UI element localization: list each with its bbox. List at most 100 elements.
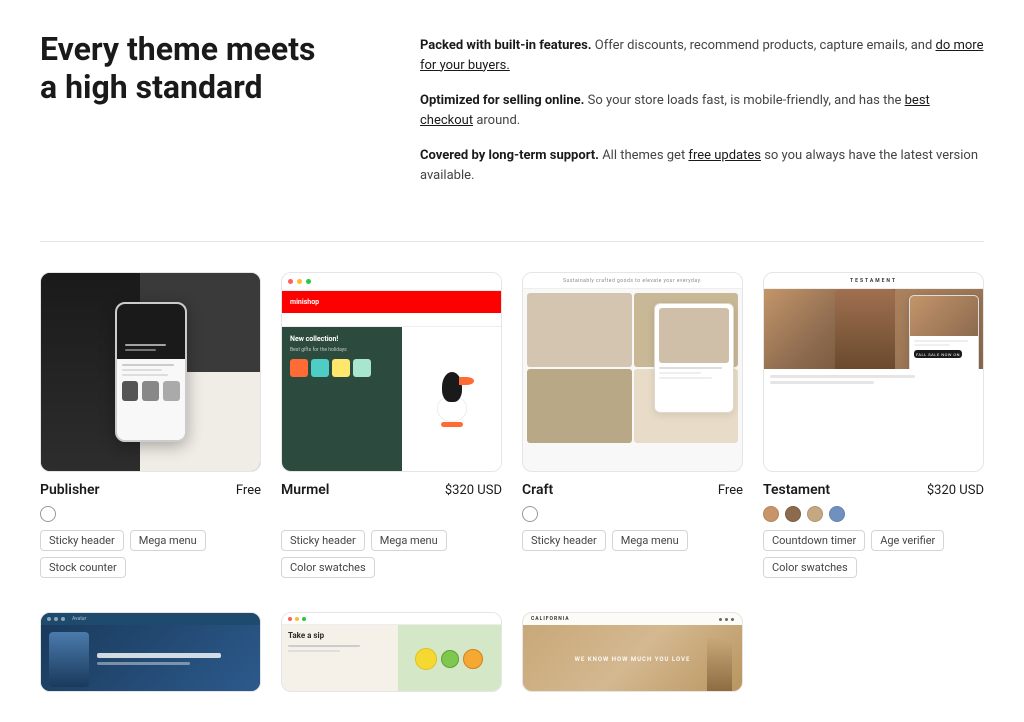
murmel-tags: Sticky header Mega menu Color swatches (281, 530, 502, 578)
murmel-dot-green (306, 279, 311, 284)
murmel-tag-2[interactable]: Mega menu (371, 530, 447, 551)
page-wrapper: Every theme meets a high standard Packed… (0, 0, 1024, 722)
avatar-hero (41, 625, 260, 692)
publisher-tags: Sticky header Mega menu Stock counter (40, 530, 261, 578)
california-nav-dot-1 (719, 618, 722, 621)
murmel-right-panel (402, 327, 501, 471)
theme-meta-testament: Testament $320 USD (763, 482, 984, 498)
california-hero-content: We know how much you love (575, 656, 691, 663)
testament-tag-1[interactable]: Countdown timer (763, 530, 865, 551)
hero-title: Every theme meets a high standard (40, 30, 360, 107)
citrus-dot-yellow (295, 617, 299, 621)
hero-left: Every theme meets a high standard (40, 30, 360, 201)
bottom-theme-avatar[interactable]: Avatar (40, 612, 261, 692)
theme-card-murmel[interactable]: minishop New collection! Best gifts for … (281, 272, 502, 582)
california-nav (719, 618, 734, 621)
feature-bold-2: Optimized for selling online. (420, 93, 584, 108)
testament-bottom-text-2 (770, 381, 874, 384)
feature-text2-2: around. (476, 113, 520, 128)
testament-inner: TESTAMENT (764, 273, 983, 471)
publisher-tag-2[interactable]: Mega menu (130, 530, 206, 551)
hero-right: Packed with built-in features. Offer dis… (420, 30, 984, 201)
bottom-preview-california: CALIFORNIA We know how much you love (522, 612, 743, 692)
citrus-left: Take a sip (282, 625, 398, 692)
testament-name: Testament (763, 482, 830, 498)
testament-float-card: FALL SALE NOW ON (909, 295, 979, 369)
publisher-colors (40, 506, 261, 522)
avatar-dot-1 (47, 617, 51, 621)
bottom-theme-citrus[interactable]: Take a sip (281, 612, 502, 692)
craft-tags: Sticky header Mega menu (522, 530, 743, 551)
bottom-preview-avatar: Avatar (40, 612, 261, 692)
california-hero: We know how much you love (523, 625, 742, 692)
avatar-dot-2 (54, 617, 58, 621)
craft-float-card (654, 303, 734, 413)
theme-meta-craft: Craft Free (522, 482, 743, 498)
murmel-tag-3[interactable]: Color swatches (281, 557, 375, 578)
publisher-tag-3[interactable]: Stock counter (40, 557, 126, 578)
theme-card-craft[interactable]: Sustainably crafted goods to elevate you… (522, 272, 743, 582)
feature-link-3[interactable]: free updates (688, 148, 761, 163)
craft-color-swatch-1[interactable] (522, 506, 538, 522)
testament-hero: FALL SALE NOW ON (764, 289, 983, 369)
avatar-header-bar: Avatar (41, 613, 260, 625)
murmel-header (282, 273, 501, 291)
feature-text-1: Offer discounts, recommend products, cap… (595, 38, 936, 53)
testament-tag-2[interactable]: Age verifier (871, 530, 944, 551)
testament-color-2[interactable] (785, 506, 801, 522)
testament-color-1[interactable] (763, 506, 779, 522)
craft-img-1 (527, 293, 632, 367)
feature-bold-1: Packed with built-in features. (420, 38, 592, 53)
publisher-price: Free (236, 483, 261, 498)
avatar-url-bar: Avatar (72, 616, 86, 622)
testament-color-3[interactable] (807, 506, 823, 522)
california-header: CALIFORNIA (523, 613, 742, 625)
bottom-preview-citrus: Take a sip (281, 612, 502, 692)
murmel-price: $320 USD (445, 483, 502, 498)
murmel-dot-red (288, 279, 293, 284)
murmel-name: Murmel (281, 482, 329, 498)
citrus-body: Take a sip (282, 625, 501, 692)
publisher-name: Publisher (40, 482, 100, 498)
craft-price: Free (718, 483, 743, 498)
feature-selling: Optimized for selling online. So your st… (420, 91, 984, 130)
feature-bold-3: Covered by long-term support. (420, 148, 599, 163)
craft-colors (522, 506, 743, 522)
theme-preview-murmel: minishop New collection! Best gifts for … (281, 272, 502, 472)
publisher-tag-1[interactable]: Sticky header (40, 530, 124, 551)
feature-text-3: All themes get (602, 148, 688, 163)
craft-inner: Sustainably crafted goods to elevate you… (523, 273, 742, 471)
feature-text-2: So your store loads fast, is mobile-frie… (588, 93, 905, 108)
bottom-theme-california[interactable]: CALIFORNIA We know how much you love (522, 612, 743, 692)
testament-bottom (764, 369, 983, 471)
murmel-logo: minishop (290, 298, 319, 306)
craft-tag-1[interactable]: Sticky header (522, 530, 606, 551)
testament-tags: Countdown timer Age verifier Color swatc… (763, 530, 984, 578)
citrus-tagline: Take a sip (288, 631, 392, 641)
bottom-themes-grid: Avatar (40, 612, 984, 692)
murmel-panel-title: New collection! (290, 335, 394, 343)
murmel-body: New collection! Best gifts for the holid… (282, 327, 501, 471)
theme-card-testament[interactable]: TESTAMENT (763, 272, 984, 582)
citrus-dot-green (302, 617, 306, 621)
theme-preview-testament: TESTAMENT (763, 272, 984, 472)
testament-tag-3[interactable]: Color swatches (763, 557, 857, 578)
murmel-nav (282, 313, 501, 327)
hero-section: Every theme meets a high standard Packed… (40, 30, 984, 201)
avatar-subtitle-line-1 (97, 662, 190, 665)
murmel-tag-1[interactable]: Sticky header (281, 530, 365, 551)
craft-name: Craft (522, 482, 553, 498)
avatar-text-block (97, 653, 252, 665)
murmel-left-panel: New collection! Best gifts for the holid… (282, 327, 402, 471)
themes-grid: Publisher Free Sticky header Mega menu S… (40, 272, 984, 582)
citrus-header (282, 613, 501, 625)
testament-color-4[interactable] (829, 506, 845, 522)
citrus-right (398, 625, 502, 692)
theme-preview-publisher (40, 272, 261, 472)
murmel-logo-bar: minishop (282, 291, 501, 313)
publisher-color-swatch-1[interactable] (40, 506, 56, 522)
theme-card-publisher[interactable]: Publisher Free Sticky header Mega menu S… (40, 272, 261, 582)
craft-tag-2[interactable]: Mega menu (612, 530, 688, 551)
california-nav-dot-2 (725, 618, 728, 621)
california-nav-dot-3 (731, 618, 734, 621)
